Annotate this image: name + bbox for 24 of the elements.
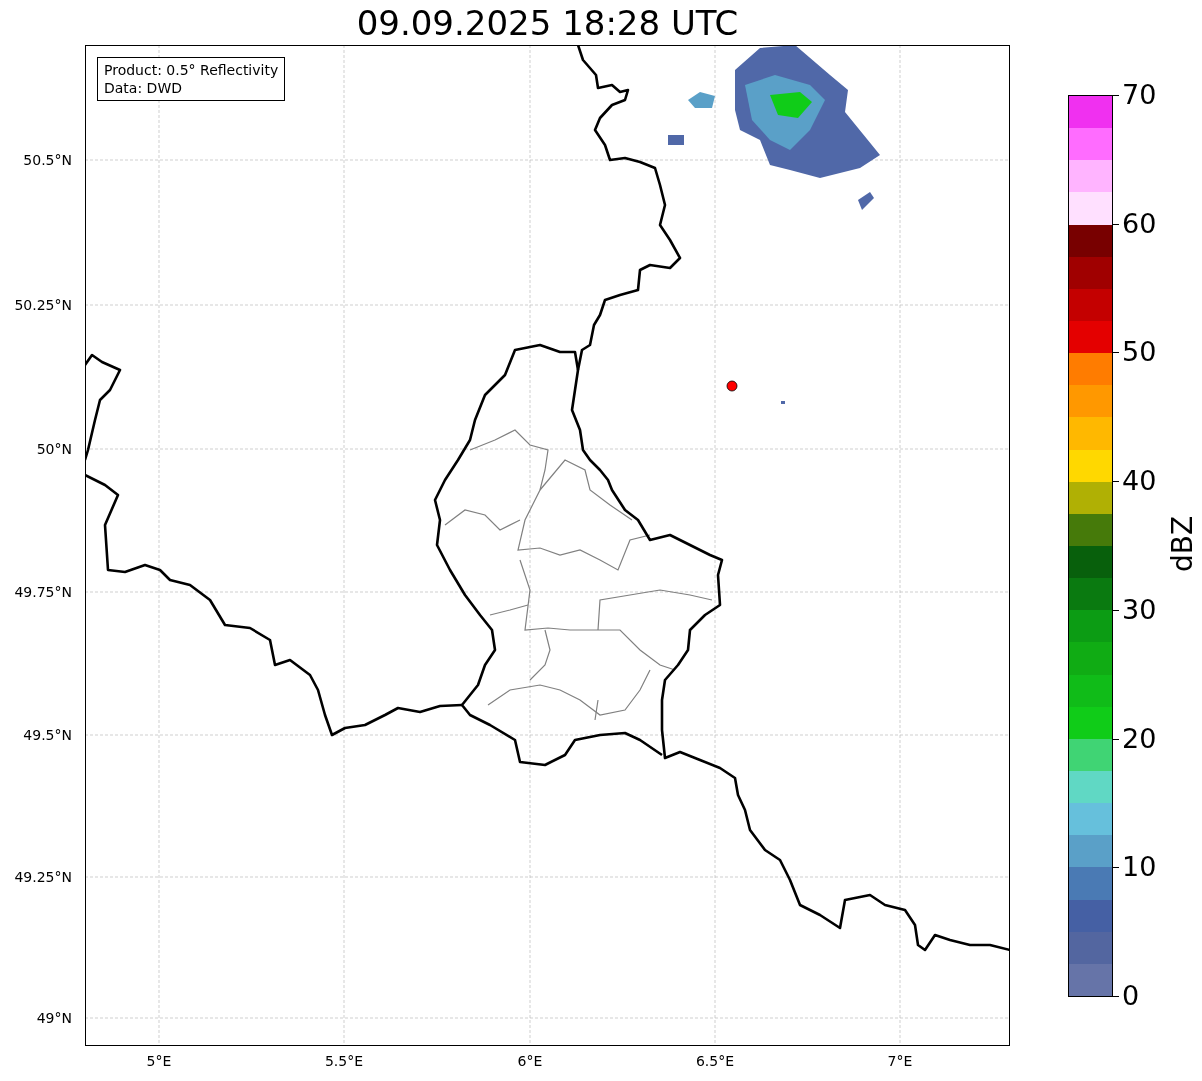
info-text: Product: 0.5° Reflectivity: [104, 61, 279, 79]
colorbar-tick-label: 30: [1122, 595, 1157, 623]
chart-title: 09.09.2025 18:28 UTC: [356, 5, 739, 40]
longitude-tick-label: 7°E: [887, 1054, 913, 1068]
colorbar-tick-label: 10: [1122, 853, 1157, 881]
colorbar-tick-label: 0: [1122, 982, 1140, 1009]
longitude-tick-label: 5.5°E: [324, 1054, 364, 1068]
latitude-tick-label: 49°N: [36, 1011, 72, 1025]
latitude-tick-label: 49.75°N: [14, 585, 72, 599]
latitude-tick-label: 50.5°N: [23, 153, 72, 167]
colorbar-tick-label: 20: [1122, 724, 1157, 752]
info-text: Data: DWD: [104, 79, 183, 97]
latitude-tick-label: 49.5°N: [23, 728, 72, 742]
colorbar-tick-label: 40: [1122, 467, 1157, 495]
longitude-tick-label: 6.5°E: [695, 1054, 735, 1068]
colorbar-label: dBZ: [1169, 515, 1198, 573]
latitude-tick-label: 49.25°N: [14, 870, 72, 884]
longitude-tick-label: 5°E: [146, 1054, 172, 1068]
longitude-tick-label: 6°E: [517, 1054, 543, 1068]
colorbar-tick-label: 50: [1122, 338, 1157, 366]
colorbar-tick-label: 60: [1122, 209, 1157, 237]
latitude-tick-label: 50°N: [36, 442, 72, 456]
colorbar-tick-label: 70: [1122, 81, 1157, 108]
latitude-tick-label: 50.25°N: [14, 298, 72, 312]
